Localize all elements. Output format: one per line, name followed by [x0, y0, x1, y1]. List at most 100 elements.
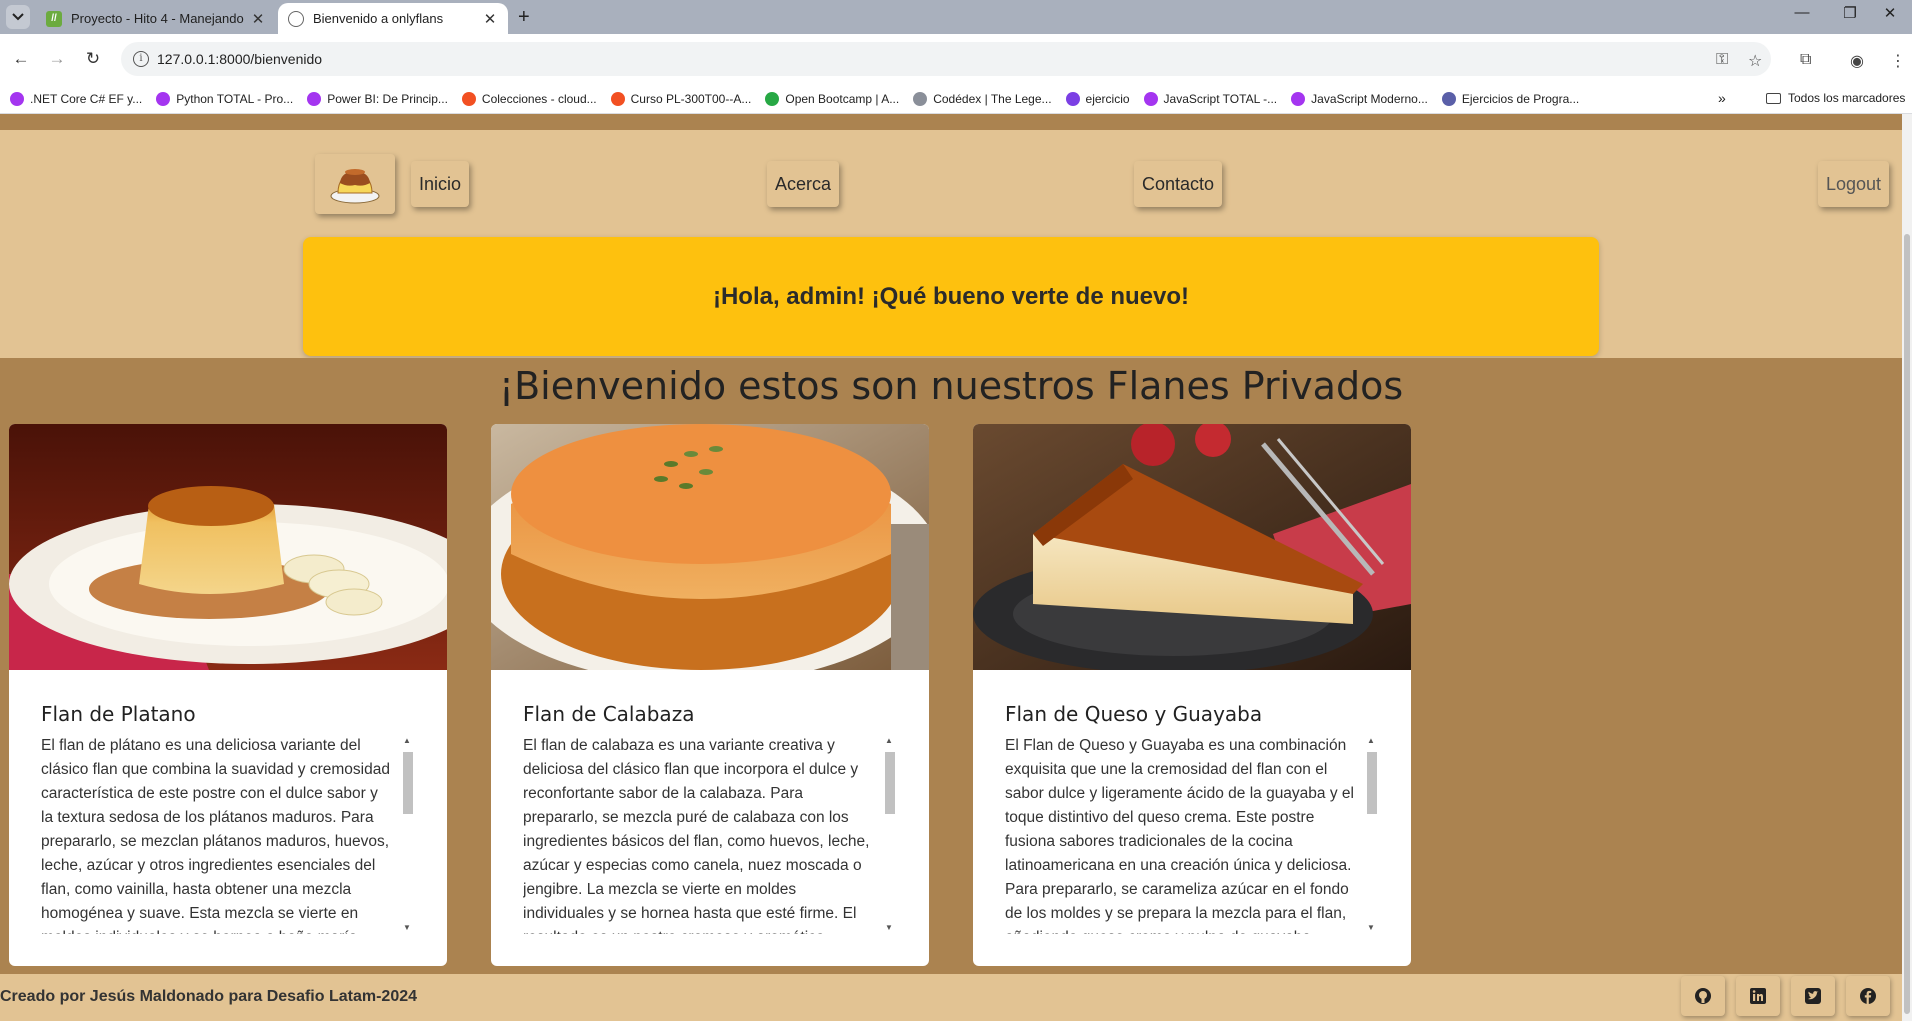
all-bookmarks-button[interactable]: Todos los marcadores: [1766, 91, 1905, 105]
welcome-alert: ¡Hola, admin! ¡Qué bueno verte de nuevo!: [303, 237, 1599, 356]
twitter-link-button[interactable]: [1791, 976, 1835, 1016]
password-key-icon[interactable]: ⚿: [1716, 51, 1728, 69]
scroll-up-icon[interactable]: ▲: [403, 736, 411, 745]
scroll-down-icon[interactable]: ▼: [885, 923, 893, 932]
bookmark-item[interactable]: Curso PL-300T00--A...: [610, 91, 751, 106]
extensions-icon[interactable]: ⧉: [1800, 51, 1811, 69]
home-logo-button[interactable]: [315, 154, 395, 214]
bookmark-label: ejercicio: [1085, 91, 1130, 106]
bookmark-item[interactable]: Colecciones - cloud...: [461, 91, 597, 106]
tab-title: Bienvenido a onlyflans: [313, 11, 444, 26]
bookmark-item[interactable]: JavaScript TOTAL -...: [1143, 91, 1278, 106]
card-title: Flan de Queso y Guayaba: [1005, 702, 1263, 726]
bookmark-favicon-icon: [1291, 91, 1306, 106]
nav-inicio-button[interactable]: Inicio: [411, 161, 470, 207]
card-scrollbar[interactable]: ▲ ▼: [883, 736, 895, 932]
pivotal-favicon-icon: //: [46, 10, 62, 27]
card-description: El flan de calabaza es una variante crea…: [523, 737, 870, 934]
bookmark-favicon-icon: [461, 91, 476, 106]
reload-icon[interactable]: ↻: [80, 46, 106, 72]
minimize-icon[interactable]: —: [1782, 4, 1822, 21]
bookmark-favicon-icon: [10, 91, 24, 106]
scroll-thumb[interactable]: [403, 752, 413, 814]
bookmark-label: Colecciones - cloud...: [481, 91, 597, 106]
browser-toolbar: ← → ↻ i 127.0.0.1:8000/bienvenido ⚿ ☆ ⧉ …: [0, 34, 1912, 84]
bookmark-label: Power BI: De Princip...: [327, 91, 448, 106]
bookmark-item[interactable]: Power BI: De Princip...: [307, 91, 448, 106]
scroll-down-icon[interactable]: ▼: [1367, 923, 1375, 932]
bookmark-label: Ejercicios de Progra...: [1461, 91, 1580, 106]
bookmark-item[interactable]: Python TOTAL - Pro...: [156, 91, 294, 106]
all-bookmarks-label: Todos los marcadores: [1788, 91, 1906, 105]
bookmark-item[interactable]: Codédex | The Lege...: [913, 91, 1052, 106]
scroll-thumb[interactable]: [885, 752, 895, 814]
page-title: ¡Bienvenido estos son nuestros Flanes Pr…: [498, 364, 1404, 408]
github-link-button[interactable]: [1681, 976, 1725, 1016]
tab-proyecto-hito-4[interactable]: // Proyecto - Hito 4 - Manejando ✕: [36, 3, 276, 34]
site-info-icon[interactable]: i: [133, 51, 149, 67]
logout-button[interactable]: Logout: [1818, 161, 1890, 207]
card-text-scroll-area[interactable]: El flan de calabaza es una variante crea…: [523, 734, 895, 934]
bookmark-item[interactable]: JavaScript Moderno...: [1291, 91, 1428, 106]
github-icon: [1695, 988, 1711, 1004]
bookmarks-bar: .NET Core C# EF y... Python TOTAL - Pro..…: [0, 84, 1912, 114]
more-bookmarks-icon[interactable]: »: [1718, 90, 1726, 106]
nav-acerca-button[interactable]: Acerca: [767, 161, 840, 207]
linkedin-icon: [1750, 988, 1766, 1004]
bookmark-star-icon[interactable]: ☆: [1748, 51, 1762, 71]
welcome-message: ¡Hola, admin! ¡Qué bueno verte de nuevo!: [712, 282, 1190, 310]
bookmark-favicon-icon: [913, 91, 928, 106]
scroll-up-icon[interactable]: ▲: [885, 736, 893, 745]
close-tab-icon[interactable]: ✕: [482, 10, 498, 28]
card-description: El Flan de Queso y Guayaba es una combin…: [1005, 737, 1354, 934]
card-scrollbar[interactable]: ▲ ▼: [401, 736, 413, 932]
bookmark-favicon-icon: [1143, 91, 1158, 106]
bookmark-favicon-icon: [610, 91, 625, 106]
bookmark-label: Python TOTAL - Pro...: [176, 91, 294, 106]
bookmark-label: .NET Core C# EF y...: [30, 91, 143, 106]
nav-contacto-button[interactable]: Contacto: [1134, 161, 1223, 207]
restore-icon[interactable]: ❐: [1830, 4, 1870, 22]
profile-icon[interactable]: ◉: [1850, 51, 1864, 71]
tab-search-button[interactable]: [6, 5, 30, 29]
close-tab-icon[interactable]: ✕: [250, 10, 266, 28]
flan-platano-image: [9, 424, 447, 670]
globe-favicon-icon: [288, 10, 304, 27]
bookmark-item[interactable]: Ejercicios de Progra...: [1441, 91, 1580, 106]
bookmark-label: Codédex | The Lege...: [933, 91, 1052, 106]
new-tab-icon[interactable]: +: [518, 6, 530, 29]
scroll-thumb[interactable]: [1367, 752, 1377, 814]
flan-logo-icon: [330, 169, 380, 204]
card-scrollbar[interactable]: ▲ ▼: [1365, 736, 1377, 932]
bookmark-label: JavaScript TOTAL -...: [1163, 91, 1278, 106]
card-text-scroll-area[interactable]: El Flan de Queso y Guayaba es una combin…: [1005, 734, 1377, 934]
card-title: Flan de Calabaza: [523, 702, 695, 726]
scroll-down-icon[interactable]: ▼: [403, 923, 411, 932]
footer-credit: Creado por Jesús Maldonado para Desafio …: [0, 988, 418, 1005]
site-footer: Creado por Jesús Maldonado para Desafio …: [0, 974, 1902, 1021]
close-window-icon[interactable]: ✕: [1870, 4, 1910, 22]
card-text-scroll-area[interactable]: El flan de plátano es una deliciosa vari…: [41, 734, 413, 934]
forward-icon[interactable]: →: [44, 46, 70, 72]
back-icon[interactable]: ←: [8, 46, 34, 72]
address-bar[interactable]: i 127.0.0.1:8000/bienvenido: [121, 42, 1771, 76]
bookmark-item[interactable]: Open Bootcamp | A...: [765, 91, 899, 106]
menu-kebab-icon[interactable]: ⋮: [1890, 51, 1906, 71]
flan-card: Flan de Platano El flan de plátano es un…: [9, 424, 447, 966]
tab-bar: // Proyecto - Hito 4 - Manejando ✕ Bienv…: [0, 0, 1912, 34]
flan-card: Flan de Queso y Guayaba El Flan de Queso…: [973, 424, 1411, 966]
bookmark-item[interactable]: ejercicio: [1065, 91, 1130, 106]
page-scroll-thumb[interactable]: [1904, 234, 1910, 1014]
bookmark-favicon-icon: [1441, 91, 1456, 106]
bookmark-item[interactable]: .NET Core C# EF y...: [10, 91, 143, 106]
linkedin-link-button[interactable]: [1736, 976, 1780, 1016]
flan-card: Flan de Calabaza El flan de calabaza es …: [491, 424, 929, 966]
tab-bienvenido-onlyflans[interactable]: Bienvenido a onlyflans ✕: [278, 3, 508, 34]
facebook-link-button[interactable]: [1846, 976, 1890, 1016]
scroll-up-icon[interactable]: ▲: [1367, 736, 1375, 745]
page-scrollbar[interactable]: [1902, 114, 1912, 1021]
bookmark-label: JavaScript Moderno...: [1311, 91, 1428, 106]
card-title: Flan de Platano: [41, 702, 196, 726]
facebook-icon: [1860, 988, 1876, 1004]
bookmark-favicon-icon: [765, 91, 780, 106]
